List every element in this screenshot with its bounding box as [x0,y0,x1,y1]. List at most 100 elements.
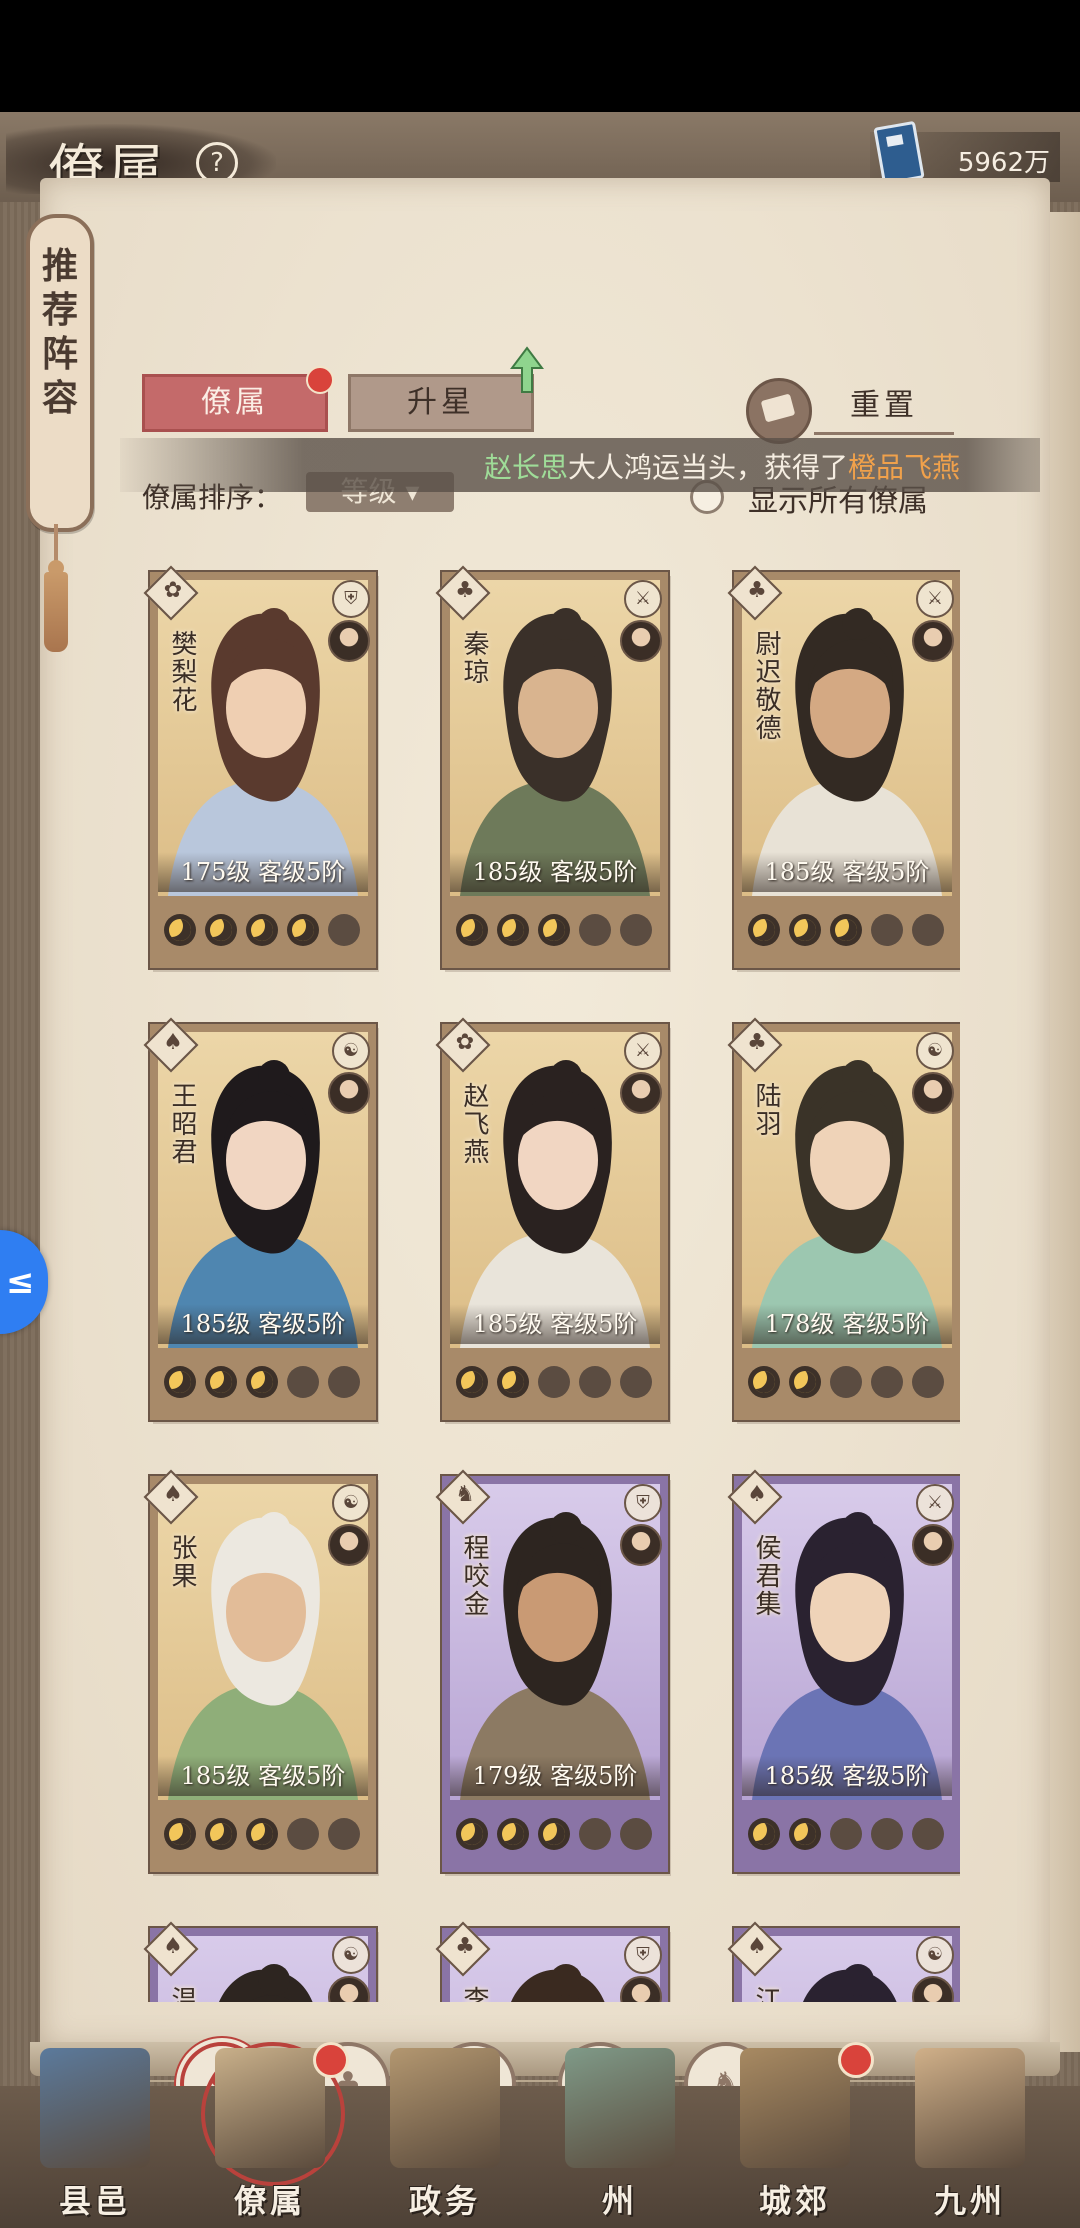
subordinate-card[interactable]: 张果 ♠ ☯ 185级 客级5阶 [143,1469,376,1872]
moon-star-filled-icon [748,1818,780,1850]
rarity-icon: ✿ [455,1030,475,1055]
card-rank: 客级5阶 [550,1310,638,1338]
card-rank: 客级5阶 [258,1762,346,1790]
card-level-rank: 185级 客级5阶 [742,1756,952,1796]
moon-star-filled-icon [830,914,862,946]
partner-avatar [620,1524,662,1566]
attribute-icon: ☯ [332,1484,370,1522]
portrait-hair-bun [258,608,290,640]
rarity-icon: ✿ [163,578,183,603]
nav-item[interactable]: 县邑 [20,2042,170,2228]
moon-star-empty-icon [830,1366,862,1398]
announcement-message: 大人鸿运当头，获得了 [568,451,849,484]
moon-star-filled-icon [497,1818,529,1850]
reset-button[interactable]: 重置 [814,380,954,435]
moon-star-empty-icon [328,1366,360,1398]
wave-icon: ≤ [6,1262,35,1302]
portrait-hair-bun [842,1964,874,1996]
tab-subordinates[interactable]: 僚属 [142,374,328,432]
subordinate-card[interactable]: 樊梨花 ✿ ⛨ 175级 客级5阶 [143,565,376,968]
attribute-icon: ⚔ [916,580,954,618]
moon-star-filled-icon [246,1818,278,1850]
reset-icon[interactable] [746,378,812,444]
nav-item[interactable]: 九州 [895,2042,1045,2228]
card-level-rank: 178级 客级5阶 [742,1304,952,1344]
rarity-icon: ♠ [163,1934,183,1959]
partner-avatar [328,1072,370,1114]
moon-star-filled-icon [246,1366,278,1398]
partner-avatar [912,620,954,662]
nav-icon [740,2048,850,2168]
star-rating [160,1362,366,1402]
portrait-hair-bun [842,1512,874,1544]
partner-avatar [328,620,370,662]
card-name: 李 [459,1986,489,2002]
rarity-icon: ♠ [163,1482,183,1507]
subordinate-card-grid[interactable]: 樊梨花 ✿ ⛨ 175级 客级5阶 秦琼 ♣ ⚔ 185级 客级5阶 尉迟敬德 ♣ ⚔ 185级 客级… [140,564,960,2002]
recommend-lineup-label: 推荐阵容 [42,245,79,419]
upgrade-arrow-icon [510,346,544,393]
card-level-rank: 185级 客级5阶 [158,1304,368,1344]
star-rating [160,1814,366,1854]
subordinate-card[interactable]: 尉迟敬德 ♣ ⚔ 185级 客级5阶 [727,565,960,968]
portrait-hair-bun [258,1964,290,1996]
recommend-lineup-button[interactable]: 推荐阵容 [26,214,94,532]
nav-item[interactable]: 城郊 [720,2042,874,2228]
rarity-icon: ♠ [747,1482,767,1507]
moon-star-filled-icon [205,1366,237,1398]
star-rating [744,1362,950,1402]
moon-star-empty-icon [871,914,903,946]
subordinate-card[interactable]: 程咬金 ♞ ⛨ 179级 客级5阶 [435,1469,668,1872]
tab-notification-dot [306,366,334,394]
rarity-icon: ♣ [455,1934,475,1959]
partner-avatar [620,620,662,662]
attribute-icon: ⚔ [916,1484,954,1522]
bottom-navigation: 县邑 僚属 政务 州 城郊 九州 [0,2042,1080,2228]
subordinate-card[interactable]: 王昭君 ♠ ☯ 185级 客级5阶 [143,1017,376,1420]
card-name: 陆羽 [751,1082,781,1138]
card-level: 185级 [180,1762,251,1790]
tab-star-upgrade[interactable]: 升星 [348,374,534,432]
star-rating [452,910,658,950]
card-level: 178级 [764,1310,835,1338]
card-level-rank: 185级 客级5阶 [450,1304,660,1344]
subordinate-card[interactable]: 赵飞燕 ✿ ⚔ 185级 客级5阶 [435,1017,668,1420]
card-name: 张果 [167,1534,197,1590]
subordinate-card[interactable]: 侯君集 ♠ ⚔ 185级 客级5阶 [727,1469,960,1872]
subordinate-card[interactable]: 李 ♣ ⛨ [435,1921,668,2002]
nav-item[interactable]: 政务 [370,2042,520,2228]
moon-star-filled-icon [789,914,821,946]
moon-star-empty-icon [620,1366,652,1398]
card-level: 185级 [472,858,543,886]
subordinate-card[interactable]: 秦琼 ♣ ⚔ 185级 客级5阶 [435,565,668,968]
moon-star-filled-icon [789,1818,821,1850]
card-name: 温 [167,1986,197,2002]
moon-star-empty-icon [579,1366,611,1398]
card-name: 程咬金 [459,1534,489,1618]
nav-label: 州 [601,2182,638,2220]
moon-star-filled-icon [164,1366,196,1398]
portrait-hair-bun [550,1060,582,1092]
card-rank: 客级5阶 [842,1762,930,1790]
card-level-rank: 185级 客级5阶 [742,852,952,892]
card-level: 185级 [472,1310,543,1338]
rarity-icon: ♠ [163,1030,183,1055]
moon-star-filled-icon [164,1818,196,1850]
nav-item[interactable]: 州 [545,2042,695,2228]
subordinate-card[interactable]: 温 ♠ ☯ [143,1921,376,2002]
star-rating [452,1814,658,1854]
nav-label: 城郊 [758,2182,831,2220]
moon-star-filled-icon [748,914,780,946]
nav-icon [565,2048,675,2168]
moon-star-filled-icon [789,1366,821,1398]
moon-star-filled-icon [538,1818,570,1850]
subordinate-card[interactable]: 江 ♠ ☯ [727,1921,960,2002]
subordinate-card[interactable]: 陆羽 ♣ ☯ 178级 客级5阶 [727,1017,960,1420]
nav-item[interactable]: 僚属 [195,2042,349,2228]
status-bar [0,0,1080,112]
card-name: 赵飞燕 [459,1082,489,1166]
card-level-rank: 179级 客级5阶 [450,1756,660,1796]
attribute-icon: ☯ [332,1936,370,1974]
attribute-icon: ⚔ [624,1032,662,1070]
moon-star-filled-icon [456,1366,488,1398]
